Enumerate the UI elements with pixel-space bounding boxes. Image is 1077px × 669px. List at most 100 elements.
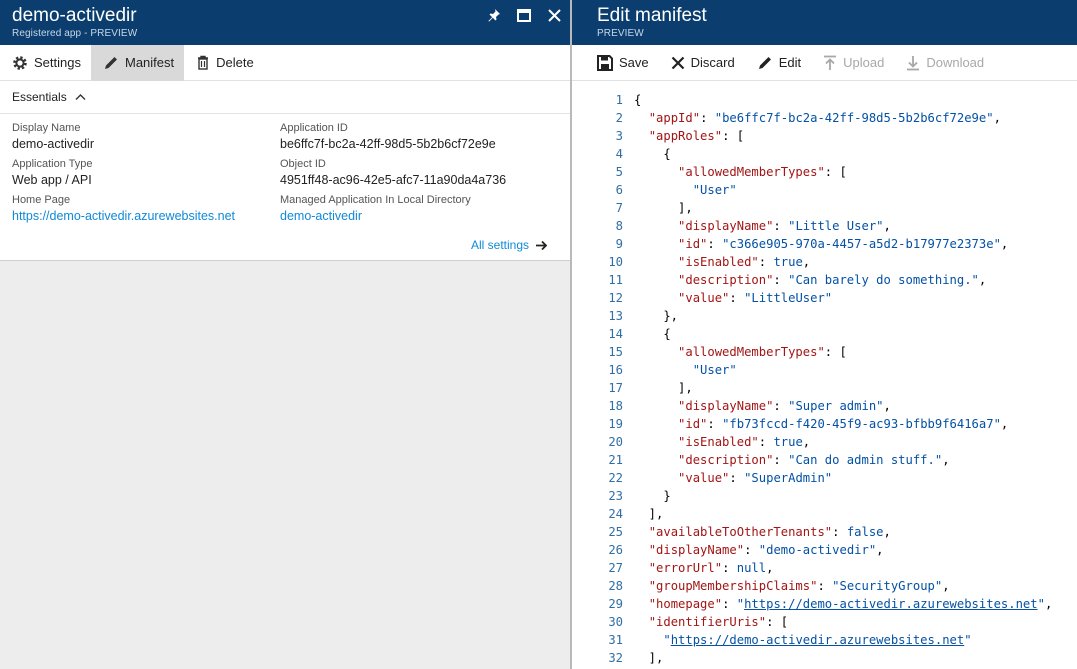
essentials-panel: Essentials Display Name demo-activedir A… bbox=[0, 81, 570, 261]
line-number: 18 bbox=[608, 399, 623, 413]
home-page-label: Home Page bbox=[12, 194, 71, 206]
blade-subtitle: Registered app - PREVIEW bbox=[12, 28, 138, 39]
manifest-code-editor[interactable]: 1{2 "appId": "be6ffc7f-bc2a-42ff-98d5-5b… bbox=[572, 91, 1077, 669]
code-line: 9 "id": "c366e905-970a-4457-a5d2-b17977e… bbox=[572, 235, 1077, 253]
line-number: 28 bbox=[608, 579, 623, 593]
upload-label: Upload bbox=[843, 55, 885, 70]
line-number: 2 bbox=[615, 111, 623, 125]
code-line: 18 "displayName": "Super admin", bbox=[572, 397, 1077, 415]
code-text: "appRoles": [ bbox=[648, 129, 745, 143]
line-number: 15 bbox=[608, 345, 623, 359]
code-line: 14 { bbox=[572, 325, 1077, 343]
code-text: "allowedMemberTypes": [ bbox=[678, 165, 847, 179]
managed-application-property: Managed Application In Local Directory d… bbox=[280, 194, 506, 230]
code-line: 22 "value": "SuperAdmin" bbox=[572, 469, 1077, 487]
code-text: "description": "Can barely do something.… bbox=[678, 273, 987, 287]
code-line: 27 "errorUrl": null, bbox=[572, 559, 1077, 577]
line-number: 21 bbox=[608, 453, 623, 467]
code-text: "id": "c366e905-970a-4457-a5d2-b17977e23… bbox=[678, 237, 1009, 251]
gear-icon bbox=[13, 55, 27, 70]
code-text: "groupMembershipClaims": "SecurityGroup"… bbox=[648, 579, 950, 593]
code-line: 26 "displayName": "demo-activedir", bbox=[572, 541, 1077, 559]
code-line: 20 "isEnabled": true, bbox=[572, 433, 1077, 451]
blade-header: demo-activedir Registered app - PREVIEW bbox=[0, 0, 570, 45]
chevron-up-icon bbox=[75, 94, 86, 100]
manifest-command-bar: Save Discard Edit Upload Download bbox=[572, 45, 1077, 81]
code-line: 4 { bbox=[572, 145, 1077, 163]
code-line: 6 "User" bbox=[572, 181, 1077, 199]
code-text: "User" bbox=[692, 183, 737, 197]
code-text: { bbox=[634, 327, 671, 341]
code-line: 30 "identifierUris": [ bbox=[572, 613, 1077, 631]
code-text: { bbox=[634, 93, 642, 107]
line-number: 22 bbox=[608, 471, 623, 485]
code-line: 10 "isEnabled": true, bbox=[572, 253, 1077, 271]
line-number: 26 bbox=[608, 543, 623, 557]
close-icon[interactable] bbox=[546, 7, 562, 23]
code-text: ], bbox=[634, 381, 693, 395]
line-number: 10 bbox=[608, 255, 623, 269]
code-line: 25 "availableToOtherTenants": false, bbox=[572, 523, 1077, 541]
maximize-icon[interactable] bbox=[516, 7, 532, 23]
essentials-column-right: Application ID be6ffc7f-bc2a-42ff-98d5-5… bbox=[280, 122, 506, 230]
line-number: 5 bbox=[615, 165, 623, 179]
code-line: 15 "allowedMemberTypes": [ bbox=[572, 343, 1077, 361]
settings-button[interactable]: Settings bbox=[0, 45, 91, 81]
settings-label: Settings bbox=[34, 55, 81, 70]
essentials-toggle[interactable]: Essentials bbox=[0, 81, 570, 114]
save-button[interactable]: Save bbox=[572, 45, 661, 81]
application-type-value: Web app / API bbox=[12, 173, 92, 187]
download-button[interactable]: Download bbox=[896, 45, 996, 81]
application-id-property: Application ID be6ffc7f-bc2a-42ff-98d5-5… bbox=[280, 122, 506, 158]
code-line: 1{ bbox=[572, 91, 1077, 109]
line-number: 20 bbox=[608, 435, 623, 449]
line-number: 3 bbox=[615, 129, 623, 143]
trash-icon bbox=[198, 55, 209, 70]
edit-button[interactable]: Edit bbox=[747, 45, 813, 81]
command-bar: Settings Manifest Delete bbox=[0, 44, 570, 81]
managed-application-link[interactable]: demo-activedir bbox=[280, 207, 506, 225]
code-text: "User" bbox=[692, 363, 737, 377]
application-type-property: Application Type Web app / API bbox=[12, 158, 235, 194]
essentials-column-left: Display Name demo-activedir Application … bbox=[12, 122, 235, 230]
all-settings-link[interactable]: All settings bbox=[471, 238, 548, 252]
code-line: 24 ], bbox=[572, 505, 1077, 523]
line-number: 25 bbox=[608, 525, 623, 539]
edit-label: Edit bbox=[778, 55, 802, 70]
application-id-label: Application ID bbox=[280, 122, 348, 134]
manifest-blade-title: Edit manifest bbox=[597, 5, 707, 26]
code-line: 7 ], bbox=[572, 199, 1077, 217]
line-number: 31 bbox=[608, 633, 623, 647]
code-line: 8 "displayName": "Little User", bbox=[572, 217, 1077, 235]
save-icon bbox=[597, 54, 613, 71]
line-number: 29 bbox=[608, 597, 623, 611]
code-text: "identifierUris": [ bbox=[648, 615, 789, 629]
code-text: ], bbox=[634, 201, 693, 215]
code-line: 32 ], bbox=[572, 649, 1077, 667]
code-line: 13 }, bbox=[572, 307, 1077, 325]
edit-manifest-blade: Edit manifest PREVIEW Save Discard Edit … bbox=[572, 0, 1077, 669]
save-label: Save bbox=[619, 55, 649, 70]
code-line: 19 "id": "fb73fccd-f420-45f9-ac93-bfbb9f… bbox=[572, 415, 1077, 433]
line-number: 30 bbox=[608, 615, 623, 629]
delete-button[interactable]: Delete bbox=[184, 45, 264, 81]
code-text: "availableToOtherTenants": false, bbox=[648, 525, 891, 539]
display-name-property: Display Name demo-activedir bbox=[12, 122, 235, 158]
line-number: 32 bbox=[608, 651, 623, 665]
code-text: "id": "fb73fccd-f420-45f9-ac93-bfbb9f641… bbox=[678, 417, 1009, 431]
line-number: 13 bbox=[608, 309, 623, 323]
discard-button[interactable]: Discard bbox=[661, 45, 747, 81]
home-page-link[interactable]: https://demo-activedir.azurewebsites.net bbox=[12, 207, 235, 225]
pin-icon[interactable] bbox=[486, 7, 502, 23]
download-label: Download bbox=[926, 55, 985, 70]
download-icon bbox=[907, 55, 920, 70]
line-number: 4 bbox=[615, 147, 623, 161]
code-line: 11 "description": "Can barely do somethi… bbox=[572, 271, 1077, 289]
line-number: 11 bbox=[608, 273, 623, 287]
line-number: 14 bbox=[608, 327, 623, 341]
manifest-button[interactable]: Manifest bbox=[90, 44, 185, 81]
upload-button[interactable]: Upload bbox=[813, 45, 896, 81]
line-number: 12 bbox=[608, 291, 623, 305]
application-id-value: be6ffc7f-bc2a-42ff-98d5-5b2b6cf72e9e bbox=[280, 137, 496, 151]
object-id-label: Object ID bbox=[280, 158, 326, 170]
